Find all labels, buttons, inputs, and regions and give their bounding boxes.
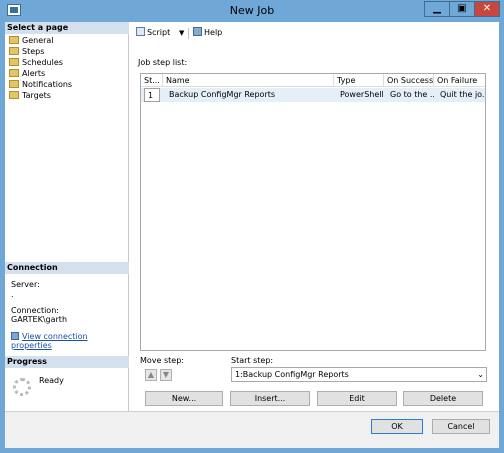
connection-header: Connection xyxy=(5,262,129,274)
column-header-step[interactable]: St... xyxy=(141,74,163,87)
connection-label: Connection: xyxy=(11,306,59,315)
page-item-general[interactable]: General xyxy=(9,35,72,46)
script-label: Script xyxy=(147,28,171,37)
page-item-schedules[interactable]: Schedules xyxy=(9,57,72,68)
grid-header: St... Name Type On Success On Failure xyxy=(141,74,485,87)
page-label: Alerts xyxy=(22,69,46,78)
edit-step-button[interactable]: Edit xyxy=(317,391,397,406)
select-page-header: Select a page xyxy=(5,22,129,34)
delete-step-button[interactable]: Delete xyxy=(403,391,483,406)
start-step-label: Start step: xyxy=(231,356,274,365)
server-label: Server: xyxy=(11,280,40,289)
title-bar[interactable]: New Job ▁ ▣ ✕ xyxy=(0,0,504,22)
job-step-grid[interactable]: St... Name Type On Success On Failure 1 … xyxy=(140,73,486,351)
maximize-button[interactable]: ▣ xyxy=(449,1,475,17)
page-item-targets[interactable]: Targets xyxy=(9,90,72,101)
progress-spinner-icon xyxy=(13,378,31,396)
new-step-button[interactable]: New... xyxy=(145,391,223,406)
script-dropdown-icon[interactable]: ▼ xyxy=(179,26,184,40)
page-icon xyxy=(9,36,19,44)
close-button[interactable]: ✕ xyxy=(474,1,500,17)
view-connection-properties-link[interactable]: View connection properties xyxy=(11,332,128,350)
dialog-client: Select a page General Steps Schedules Al… xyxy=(5,22,499,448)
move-up-button[interactable]: ▲ xyxy=(145,369,157,381)
page-item-steps[interactable]: Steps xyxy=(9,46,72,57)
page-icon xyxy=(9,69,19,77)
connection-value: GARTEK\garth xyxy=(11,315,68,324)
move-step-label: Move step: xyxy=(140,356,184,365)
page-item-alerts[interactable]: Alerts xyxy=(9,68,72,79)
start-step-select[interactable]: 1:Backup ConfigMgr Reports ⌄ xyxy=(231,367,487,382)
column-header-name[interactable]: Name xyxy=(163,74,334,87)
dialog-footer: OK Cancel xyxy=(5,411,499,448)
insert-step-button[interactable]: Insert... xyxy=(230,391,310,406)
chevron-down-icon: ⌄ xyxy=(477,370,484,379)
start-step-value: 1:Backup ConfigMgr Reports xyxy=(235,370,349,379)
page-label: Schedules xyxy=(22,58,63,67)
help-label: Help xyxy=(204,28,223,37)
column-header-on-failure[interactable]: On Failure xyxy=(434,74,485,87)
cell-name: Backup ConfigMgr Reports xyxy=(169,90,276,99)
table-row[interactable]: 1 Backup ConfigMgr Reports PowerShell Go… xyxy=(141,88,485,102)
script-icon xyxy=(136,27,145,36)
cell-type: PowerShell xyxy=(340,90,384,99)
page-label: General xyxy=(22,36,54,45)
help-button[interactable]: Help xyxy=(193,26,222,40)
page-item-notifications[interactable]: Notifications xyxy=(9,79,72,90)
page-label: Steps xyxy=(22,47,45,56)
progress-header: Progress xyxy=(5,356,129,368)
right-pane: Script ▼ Help Job step list: St... Name … xyxy=(129,22,499,411)
page-icon xyxy=(9,80,19,88)
new-job-window: New Job ▁ ▣ ✕ Select a page General Step… xyxy=(0,0,504,453)
cancel-button[interactable]: Cancel xyxy=(432,419,490,434)
page-icon xyxy=(9,58,19,66)
toolbar-separator xyxy=(188,28,189,39)
server-value: . xyxy=(11,290,14,299)
cell-on-failure: Quit the jo... xyxy=(440,90,485,99)
ok-button[interactable]: OK xyxy=(371,419,423,434)
cell-step: 1 xyxy=(144,88,160,102)
page-list: General Steps Schedules Alerts Notificat… xyxy=(9,35,72,101)
page-label: Notifications xyxy=(22,80,73,89)
help-icon xyxy=(193,27,202,36)
progress-status: Ready xyxy=(39,376,64,385)
column-header-on-success[interactable]: On Success xyxy=(384,74,434,87)
move-down-button[interactable]: ▼ xyxy=(160,369,172,381)
minimize-button[interactable]: ▁ xyxy=(424,1,450,17)
page-icon xyxy=(9,91,19,99)
link-label: View connection properties xyxy=(11,332,88,350)
column-header-type[interactable]: Type xyxy=(334,74,384,87)
page-icon xyxy=(9,47,19,55)
page-label: Targets xyxy=(22,91,51,100)
left-pane: Select a page General Steps Schedules Al… xyxy=(5,22,129,411)
cell-on-success: Go to the ... xyxy=(390,90,434,99)
script-button[interactable]: Script xyxy=(136,26,170,40)
job-step-list-label: Job step list: xyxy=(138,58,188,67)
properties-icon xyxy=(11,332,19,340)
